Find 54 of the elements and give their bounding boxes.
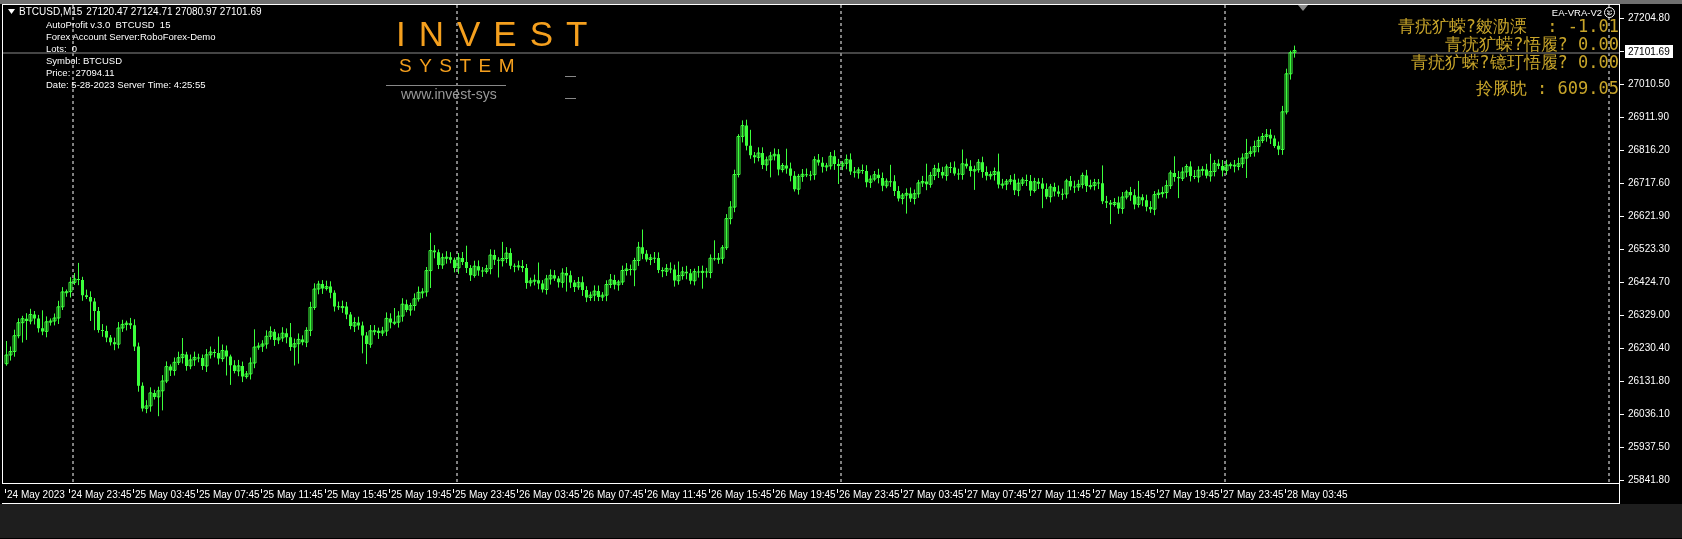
time-label: 26 May 15:45 xyxy=(709,489,772,500)
time-label: 25 May 19:45 xyxy=(389,489,452,500)
indicator-info-line: AutoProfit v.3.0 BTCUSD 15 xyxy=(46,19,171,31)
time-label: 27 May 23:45 xyxy=(1221,489,1284,500)
price-label: 27010.50 xyxy=(1628,77,1670,91)
indicator-info-line: Price: 27094.11 xyxy=(46,67,115,79)
price-label: 26036.10 xyxy=(1628,407,1670,421)
time-label: 26 May 07:45 xyxy=(581,489,644,500)
time-label: 25 May 11:45 xyxy=(261,489,323,500)
price-label: 26131.80 xyxy=(1628,374,1670,388)
logo-url: www.invest-sys xyxy=(401,85,497,103)
time-label: 25 May 07:45 xyxy=(197,489,260,500)
price-label: 25937.50 xyxy=(1628,440,1670,454)
time-label: 25 May 23:45 xyxy=(453,489,516,500)
time-label: 26 May 23:45 xyxy=(837,489,900,500)
stat-line: 拎豚眈 : 609.05 xyxy=(1475,79,1619,97)
time-label: 28 May 03:45 xyxy=(1285,489,1348,500)
time-label: 25 May 15:45 xyxy=(325,489,388,500)
time-label: 27 May 03:45 xyxy=(901,489,964,500)
price-label: 26230.40 xyxy=(1628,341,1670,355)
price-label: 26717.60 xyxy=(1628,176,1670,190)
logo-title: INVEST xyxy=(396,14,601,54)
chart-symbol: BTCUSD,M15 xyxy=(19,6,83,17)
time-label: 25 May 03:45 xyxy=(133,489,196,500)
ohlc-values: 27120.47 27124.71 27080.97 27101.69 xyxy=(86,6,262,17)
price-label: 27204.80 xyxy=(1628,11,1670,25)
price-label: 26816.20 xyxy=(1628,143,1670,157)
time-label: 24 May 2023 xyxy=(5,489,65,500)
indicator-info-line: Lots: 0 xyxy=(46,43,78,55)
price-label: 26523.30 xyxy=(1628,242,1670,256)
time-label: 27 May 15:45 xyxy=(1093,489,1156,500)
stat-line: 青疣犷蝾?悟履? 0.00 xyxy=(1445,35,1619,53)
time-label: 26 May 19:45 xyxy=(773,489,836,500)
indicator-info-line: Date: 5-28-2023 Server Time: 4:25:55 xyxy=(46,79,206,91)
stat-line: 青疣犷蝾?皴泐溧 : -1.01 xyxy=(1397,17,1619,35)
time-label: 27 May 07:45 xyxy=(965,489,1028,500)
stat-line: 青疣犷蝾?镱玎悟履? 0.00 xyxy=(1411,53,1619,71)
time-label: 27 May 11:45 xyxy=(1029,489,1091,500)
time-label: 24 May 23:45 xyxy=(69,489,132,500)
price-label: 25841.80 xyxy=(1628,473,1670,487)
price-label: 26329.00 xyxy=(1628,308,1670,322)
dropdown-icon[interactable] xyxy=(8,9,15,14)
time-label: 27 May 19:45 xyxy=(1157,489,1220,500)
current-price-label: 27101.69 xyxy=(1625,45,1673,58)
price-label: 26424.70 xyxy=(1628,275,1670,289)
smiley-icon xyxy=(1604,7,1615,18)
price-label: 26621.90 xyxy=(1628,209,1670,223)
logo-subtitle: SYSTEM xyxy=(399,55,523,77)
indicator-info-line: Forex Account Server:RoboForex-Demo xyxy=(46,31,216,43)
price-label: 26911.90 xyxy=(1628,110,1669,124)
time-label: 26 May 11:45 xyxy=(645,489,707,500)
time-label: 26 May 03:45 xyxy=(517,489,580,500)
indicator-info-line: Symbol: BTCUSD xyxy=(46,55,122,67)
expert-name: EA-VRA-V2 xyxy=(1551,7,1602,18)
